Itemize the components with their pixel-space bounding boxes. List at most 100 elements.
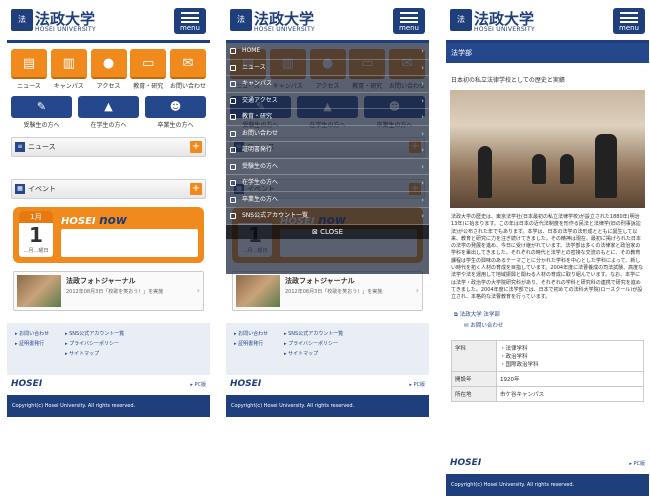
copyright: Copyright(c) Hosei University. All right… [446,474,649,496]
quick-link-label: ニュース [17,83,41,90]
hosei-logo-icon[interactable]: 法 [450,9,472,31]
calendar-weekday: …月…曜日 [23,248,49,254]
photo-journal-card[interactable]: 法政フォトジャーナル 2012年08月3日「校歌を笑おう！」を実施 › [13,271,204,311]
footer-link-contact[interactable]: お問い合わせ [19,331,49,337]
related-link-contact[interactable]: ✉ お問い合わせ [454,321,641,332]
graduation-cap-icon: ▲ [78,96,139,118]
pc-version-link[interactable]: ▸ PC版 [409,381,425,388]
menu-label: menu [619,24,639,32]
menu-item-label: SNS公式アカウント一覧 [242,212,309,219]
menu-button[interactable]: menu [393,8,425,34]
audience-link-alumni[interactable]: ☻ 卒業生の方へ [145,96,206,129]
expand-plus-icon[interactable]: + [190,183,202,195]
news-section-header[interactable]: ≡ニュース + [11,137,206,157]
footer-logo[interactable]: HOSEI [450,458,481,468]
newspaper-icon: ▤ [11,49,47,79]
menu-item-research[interactable]: 教育・研究 › [226,109,429,126]
brand-subtitle: HOSEI UNIVERSITY [254,26,315,33]
quick-link-campus[interactable]: ▥ キャンパス [50,49,87,90]
menu-item-certificate[interactable]: 証明書発行 › [226,142,429,159]
menu-close-button[interactable]: ⊠ CLOSE [226,224,429,239]
site-header: 法 法政大学 HOSEI UNIVERSITY menu [446,6,649,43]
event-section-title: イベント [28,185,56,193]
footer-link-sns[interactable]: SNS公式アカウント一覧 [69,331,124,337]
event-section-header[interactable]: ▦イベント + [11,179,206,199]
footer-link-privacy[interactable]: プライバシーポリシー [69,341,119,347]
quick-link-research[interactable]: ▭ 教育・研究 [130,49,167,90]
menu-item-contact[interactable]: お問い合わせ › [226,126,429,142]
chevron-right-icon: › [196,286,200,295]
brand-subtitle: HOSEI UNIVERSITY [474,26,535,33]
footer-link-privacy[interactable]: プライバシーポリシー [288,341,338,347]
pc-version-label: PC版 [413,382,425,388]
audience-label: 受験生の方へ [23,122,60,129]
quick-link-news[interactable]: ▤ ニュース [11,49,47,90]
document-icon [230,147,236,153]
footer-col-2: ▸ SNS公式アカウント一覧 ▸ プライバシーポリシー ▸ サイトマップ [284,331,344,357]
menu-item-label: HOME [242,47,261,54]
menu-button[interactable]: menu [613,8,645,34]
audience-link-students[interactable]: ▲ 在学生の方へ [78,96,139,129]
footer-logo[interactable]: HOSEI [230,379,261,389]
related-links: ⧉ 法政大学 法学部 ✉ お問い合わせ [454,310,641,332]
calendar-day: 1 [29,223,43,247]
menu-item-home[interactable]: HOME › [226,43,429,60]
pc-version-link[interactable]: ▸ PC版 [190,381,206,388]
hosei-now-banner[interactable]: 1月1…月…曜日 HOSEI now [13,207,204,263]
footer-logo[interactable]: HOSEI [11,379,42,389]
footer-links: ▸ お問い合わせ ▸ 証明書発行 ▸ SNS公式アカウント一覧 ▸ プライバシーポリ… [226,323,429,375]
footer-link-contact[interactable]: お問い合わせ [238,331,268,337]
hero-photo-moot-court [450,90,645,208]
menu-item-sns[interactable]: SNS公式アカウント一覧 › [226,208,429,225]
quick-link-label: アクセス [96,83,121,90]
menu-item-campus[interactable]: キャンパス › [226,76,429,93]
calendar-month: 1月 [19,211,53,223]
page-title: 法学部 [446,43,649,63]
footer-link-sitemap[interactable]: サイトマップ [69,351,99,357]
home-icon [230,48,236,54]
hosei-logo-icon[interactable]: 法 [230,9,252,31]
news-icon [230,64,236,71]
map-pin-icon [230,97,236,104]
journal-thumbnail [236,275,280,307]
menu-item-applicants[interactable]: 受験生の方へ › [226,159,429,175]
calendar-card: 1月1…月…曜日 [19,211,53,257]
footer-link-sitemap[interactable]: サイトマップ [288,351,318,357]
book-icon [230,114,236,120]
audience-links: ✎ 受験生の方へ ▲ 在学生の方へ ☻ 卒業生の方へ [7,90,210,129]
menu-button[interactable]: menu [174,8,206,34]
expand-plus-icon[interactable]: + [190,141,202,153]
phone-screen-detail: 法 法政大学 HOSEI UNIVERSITY menu 法学部 日本初の私立法… [446,6,649,496]
footer-link-certificate[interactable]: 証明書発行 [19,341,44,347]
quick-link-access[interactable]: ● アクセス [90,49,127,90]
hamburger-icon [181,12,199,23]
graduation-cap-icon [230,180,236,186]
info-table: 学科 ・法律学科 ・政治学科 ・国際政治学科 開設年 1920年 所在地 市ケ谷キャンパス [451,339,644,402]
footer-links: ▸ お問い合わせ ▸ 証明書発行 ▸ SNS公式アカウント一覧 ▸ プライバシーポリ… [7,323,210,375]
quick-link-contact[interactable]: ✉ お問い合わせ [170,49,206,90]
menu-label: menu [399,24,419,32]
news-section-title: ニュース [28,143,56,151]
footer-col-2: ▸ SNS公式アカウント一覧 ▸ プライバシーポリシー ▸ サイトマップ [65,331,125,357]
footer-col-1: ▸ お問い合わせ ▸ 証明書発行 [15,331,50,347]
photo-journal-card[interactable]: 法政フォトジャーナル 2012年08月3日「校歌を笑おう！」を実施 › [232,271,423,311]
building-icon: ▥ [50,49,87,79]
menu-item-label: 卒業生の方へ [242,195,279,203]
chevron-right-icon: › [421,212,424,220]
menu-item-access[interactable]: 交通アクセス › [226,93,429,109]
menu-item-label: 在学生の方へ [242,179,279,186]
article-heading: 日本初の私立法律学校としての歴史と実績 [451,77,565,84]
footer-link-sns[interactable]: SNS公式アカウント一覧 [288,331,343,337]
envelope-icon: ✉ [464,322,469,329]
table-value: ・法律学科 ・政治学科 ・国際政治学科 [496,339,644,372]
quick-link-label: キャンパス [53,83,84,90]
menu-item-news[interactable]: ニュース › [226,60,429,76]
department-name: 法律学科 [505,345,528,352]
hosei-logo-icon[interactable]: 法 [11,9,33,31]
menu-item-students[interactable]: 在学生の方へ › [226,175,429,192]
audience-link-applicants[interactable]: ✎ 受験生の方へ [11,96,72,129]
related-link-law[interactable]: ⧉ 法政大学 法学部 [454,310,641,321]
footer-link-certificate[interactable]: 証明書発行 [238,341,263,347]
pc-version-link[interactable]: ▸ PC版 [629,460,645,467]
menu-item-alumni[interactable]: 卒業生の方へ › [226,192,429,208]
